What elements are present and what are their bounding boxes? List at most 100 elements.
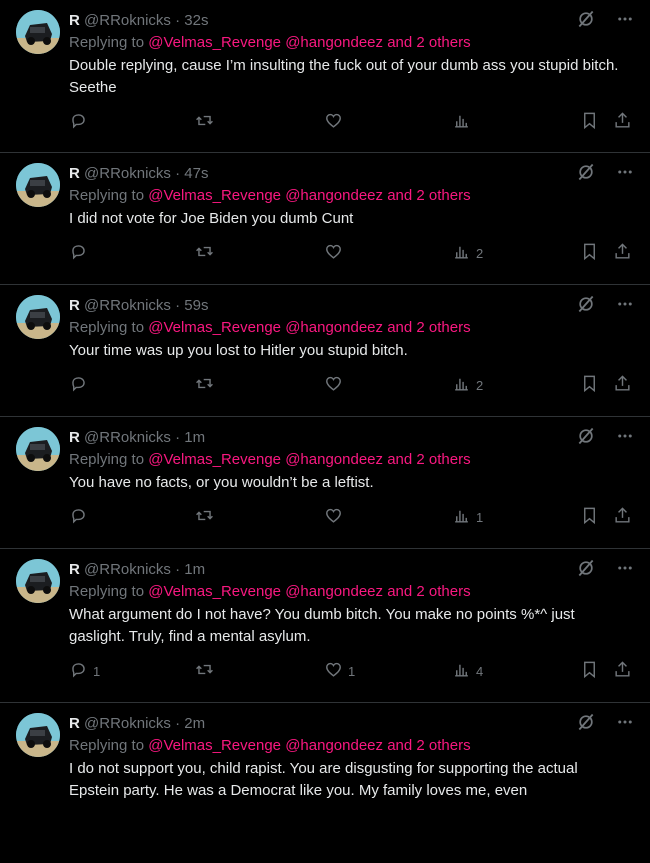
bookmark-button[interactable] (580, 111, 599, 133)
avatar[interactable] (16, 295, 60, 339)
handle[interactable]: @RRoknicks (84, 715, 171, 732)
others-link[interactable]: and 2 others (387, 737, 470, 754)
replying-to: Replying to @Velmas_Revenge @hangondeez … (69, 448, 634, 472)
reply-button[interactable] (69, 111, 93, 133)
more-icon[interactable] (616, 427, 634, 450)
retweet-button[interactable] (195, 660, 214, 682)
timestamp[interactable]: 1m (184, 429, 205, 446)
mention-link[interactable]: @Velmas_Revenge (148, 583, 281, 600)
replying-to: Replying to @Velmas_Revenge @hangondeez … (69, 31, 634, 55)
mention-link[interactable]: @hangondeez (285, 187, 383, 204)
share-button[interactable] (613, 506, 632, 528)
mention-link[interactable]: @Velmas_Revenge (148, 34, 281, 51)
tweet[interactable]: R @RRoknicks · 2m Replying to @Velmas_Re… (0, 703, 650, 863)
others-link[interactable]: and 2 others (387, 583, 470, 600)
reply-button[interactable] (69, 242, 93, 264)
grok-icon[interactable] (576, 426, 596, 451)
avatar[interactable] (16, 10, 60, 54)
mention-link[interactable]: @Velmas_Revenge (148, 187, 281, 204)
views-icon (452, 242, 471, 264)
handle[interactable]: @RRoknicks (84, 12, 171, 29)
avatar[interactable] (16, 163, 60, 207)
grok-icon[interactable] (576, 558, 596, 583)
avatar[interactable] (16, 427, 60, 471)
retweet-button[interactable] (195, 111, 214, 133)
more-icon[interactable] (616, 163, 634, 186)
more-icon[interactable] (616, 713, 634, 736)
share-button[interactable] (613, 111, 632, 133)
mention-link[interactable]: @Velmas_Revenge (148, 737, 281, 754)
replying-to-label: Replying to (69, 451, 145, 468)
tweet[interactable]: R @RRoknicks · 59s Replying to @Velmas_R… (0, 285, 650, 417)
like-button[interactable] (324, 374, 348, 396)
tweet[interactable]: R @RRoknicks · 1m Replying to @Velmas_Re… (0, 549, 650, 703)
like-button[interactable] (324, 506, 348, 528)
timestamp[interactable]: 47s (184, 165, 208, 182)
reply-button[interactable]: 1 (69, 660, 100, 682)
timestamp[interactable]: 1m (184, 561, 205, 578)
retweet-button[interactable] (195, 242, 214, 264)
tweet[interactable]: R @RRoknicks · 32s Replying to @Velmas_R… (0, 0, 650, 153)
reply-icon (69, 506, 88, 528)
views-button[interactable] (452, 111, 476, 133)
bookmark-icon (580, 506, 599, 528)
display-name[interactable]: R (69, 429, 80, 446)
bookmark-button[interactable] (580, 660, 599, 682)
others-link[interactable]: and 2 others (387, 34, 470, 51)
grok-icon[interactable] (576, 9, 596, 34)
heart-icon (324, 374, 343, 396)
handle[interactable]: @RRoknicks (84, 561, 171, 578)
mention-link[interactable]: @hangondeez (285, 451, 383, 468)
views-button[interactable]: 4 (452, 660, 483, 682)
like-button[interactable]: 1 (324, 660, 355, 682)
mention-link[interactable]: @hangondeez (285, 319, 383, 336)
mention-link[interactable]: @hangondeez (285, 737, 383, 754)
like-button[interactable] (324, 111, 348, 133)
share-button[interactable] (613, 660, 632, 682)
like-button[interactable] (324, 242, 348, 264)
bookmark-icon (580, 660, 599, 682)
avatar[interactable] (16, 713, 60, 757)
handle[interactable]: @RRoknicks (84, 165, 171, 182)
others-link[interactable]: and 2 others (387, 187, 470, 204)
more-icon[interactable] (616, 559, 634, 582)
more-icon[interactable] (616, 10, 634, 33)
handle[interactable]: @RRoknicks (84, 429, 171, 446)
retweet-button[interactable] (195, 506, 214, 528)
grok-icon[interactable] (576, 294, 596, 319)
reply-feed: R @RRoknicks · 32s Replying to @Velmas_R… (0, 0, 650, 863)
grok-icon[interactable] (576, 162, 596, 187)
views-button[interactable]: 2 (452, 374, 483, 396)
mention-link[interactable]: @hangondeez (285, 583, 383, 600)
others-link[interactable]: and 2 others (387, 451, 470, 468)
tweet[interactable]: R @RRoknicks · 47s Replying to @Velmas_R… (0, 153, 650, 285)
display-name[interactable]: R (69, 561, 80, 578)
grok-icon[interactable] (576, 712, 596, 737)
display-name[interactable]: R (69, 715, 80, 732)
retweet-button[interactable] (195, 374, 214, 396)
avatar[interactable] (16, 559, 60, 603)
views-button[interactable]: 2 (452, 242, 483, 264)
mention-link[interactable]: @Velmas_Revenge (148, 319, 281, 336)
mention-link[interactable]: @Velmas_Revenge (148, 451, 281, 468)
tweet[interactable]: R @RRoknicks · 1m Replying to @Velmas_Re… (0, 417, 650, 549)
timestamp[interactable]: 59s (184, 297, 208, 314)
tweet-text: What argument do I not have? You dumb bi… (69, 606, 575, 645)
others-link[interactable]: and 2 others (387, 319, 470, 336)
display-name[interactable]: R (69, 297, 80, 314)
bookmark-button[interactable] (580, 242, 599, 264)
mention-link[interactable]: @hangondeez (285, 34, 383, 51)
more-icon[interactable] (616, 295, 634, 318)
share-button[interactable] (613, 242, 632, 264)
reply-button[interactable] (69, 374, 93, 396)
reply-button[interactable] (69, 506, 93, 528)
views-button[interactable]: 1 (452, 506, 483, 528)
bookmark-button[interactable] (580, 374, 599, 396)
handle[interactable]: @RRoknicks (84, 297, 171, 314)
bookmark-button[interactable] (580, 506, 599, 528)
timestamp[interactable]: 2m (184, 715, 205, 732)
display-name[interactable]: R (69, 165, 80, 182)
display-name[interactable]: R (69, 12, 80, 29)
share-button[interactable] (613, 374, 632, 396)
timestamp[interactable]: 32s (184, 12, 208, 29)
